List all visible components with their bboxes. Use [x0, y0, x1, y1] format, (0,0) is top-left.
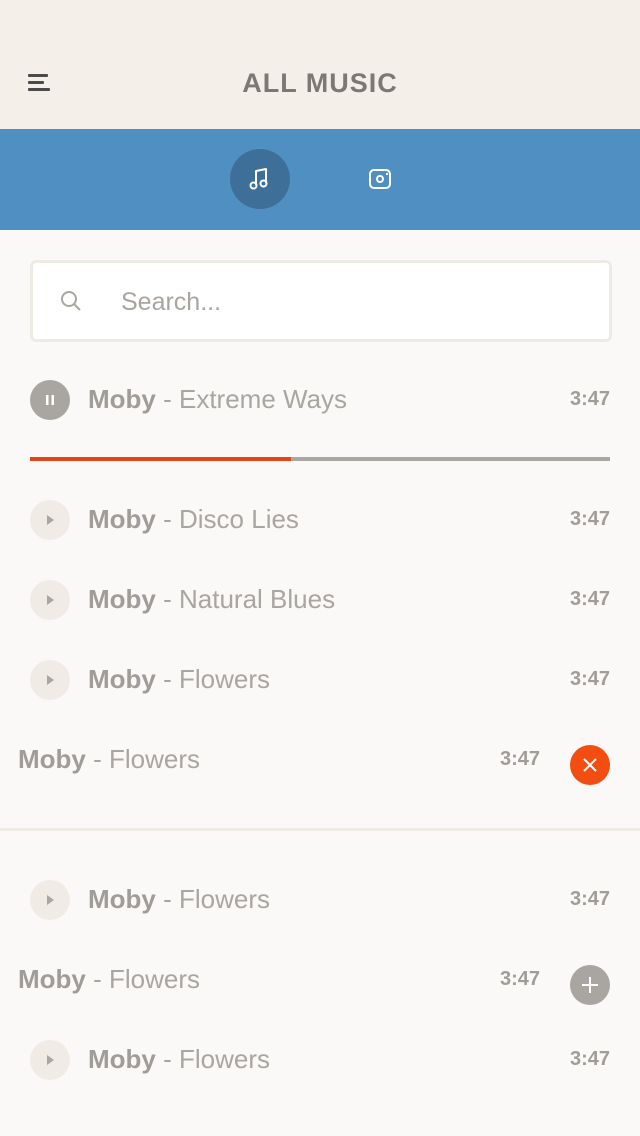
page-title: ALL MUSIC	[242, 68, 398, 98]
track-title: Moby - Flowers	[88, 884, 270, 915]
track-artist: Moby	[18, 744, 86, 774]
track-duration: 3:47	[499, 968, 540, 990]
search-icon	[61, 291, 81, 311]
track-row[interactable]: Moby - Flowers 3:47	[0, 640, 640, 720]
track-title: Moby - Flowers	[18, 744, 200, 775]
track-duration: 3:47	[569, 388, 610, 410]
track-duration: 3:47	[569, 508, 610, 530]
track-artist: Moby	[88, 1044, 156, 1074]
search-box	[30, 260, 612, 342]
divider	[0, 828, 640, 831]
track-artist: Moby	[18, 964, 86, 994]
tab-albums[interactable]	[350, 149, 410, 209]
progress-bar[interactable]	[30, 457, 610, 461]
play-icon	[47, 895, 54, 905]
close-icon	[583, 758, 597, 772]
now-playing-row[interactable]: Moby - Extreme Ways 3:47	[0, 360, 640, 440]
track-title: Moby - Flowers	[18, 964, 200, 995]
track-song: - Flowers	[85, 744, 201, 774]
track-song: - Flowers	[155, 1044, 271, 1074]
track-artist: Moby	[88, 584, 156, 614]
track-duration: 3:47	[569, 888, 610, 910]
plus-icon	[582, 977, 598, 993]
track-title: Moby - Flowers	[88, 1044, 270, 1075]
track-title: Moby - Flowers	[88, 664, 270, 695]
search-input[interactable]	[119, 263, 593, 341]
play-button[interactable]	[30, 1040, 70, 1080]
remove-button[interactable]	[570, 745, 610, 785]
play-icon	[47, 515, 54, 525]
track-duration: 3:47	[569, 588, 610, 610]
track-title: Moby - Disco Lies	[88, 504, 299, 535]
tab-music[interactable]	[230, 149, 290, 209]
pause-button[interactable]	[30, 380, 70, 420]
tab-bar	[0, 129, 640, 230]
track-song: - Disco Lies	[155, 504, 299, 534]
track-row-swiped[interactable]: Moby - Flowers 3:47	[0, 720, 640, 800]
track-row[interactable]: Moby - Natural Blues 3:47	[0, 560, 640, 640]
track-title: Moby - Extreme Ways	[88, 384, 347, 415]
track-song: - Flowers	[155, 884, 271, 914]
track-duration: 3:47	[569, 1048, 610, 1070]
track-row[interactable]: Moby - Flowers 3:47	[0, 860, 640, 940]
play-button[interactable]	[30, 660, 70, 700]
play-button[interactable]	[30, 500, 70, 540]
track-artist: Moby	[88, 384, 156, 414]
track-song: - Extreme Ways	[155, 384, 348, 414]
play-button[interactable]	[30, 880, 70, 920]
pause-icon	[46, 395, 54, 405]
track-song: - Flowers	[85, 964, 201, 994]
disc-icon	[369, 169, 391, 189]
add-button[interactable]	[570, 965, 610, 1005]
play-icon	[47, 1055, 54, 1065]
track-artist: Moby	[88, 884, 156, 914]
track-artist: Moby	[88, 664, 156, 694]
track-duration: 3:47	[499, 748, 540, 770]
play-icon	[47, 595, 54, 605]
track-song: - Natural Blues	[155, 584, 336, 614]
track-row-swiped[interactable]: Moby - Flowers 3:47	[0, 940, 640, 1020]
track-title: Moby - Natural Blues	[88, 584, 335, 615]
music-note-icon	[249, 168, 268, 190]
track-song: - Flowers	[155, 664, 271, 694]
progress-fill	[30, 457, 291, 461]
play-button[interactable]	[30, 580, 70, 620]
play-icon	[47, 675, 54, 685]
track-artist: Moby	[88, 504, 156, 534]
header: ALL MUSIC	[0, 0, 640, 129]
track-duration: 3:47	[569, 668, 610, 690]
track-row[interactable]: Moby - Disco Lies 3:47	[0, 480, 640, 560]
track-row[interactable]: Moby - Flowers 3:47	[0, 1020, 640, 1100]
